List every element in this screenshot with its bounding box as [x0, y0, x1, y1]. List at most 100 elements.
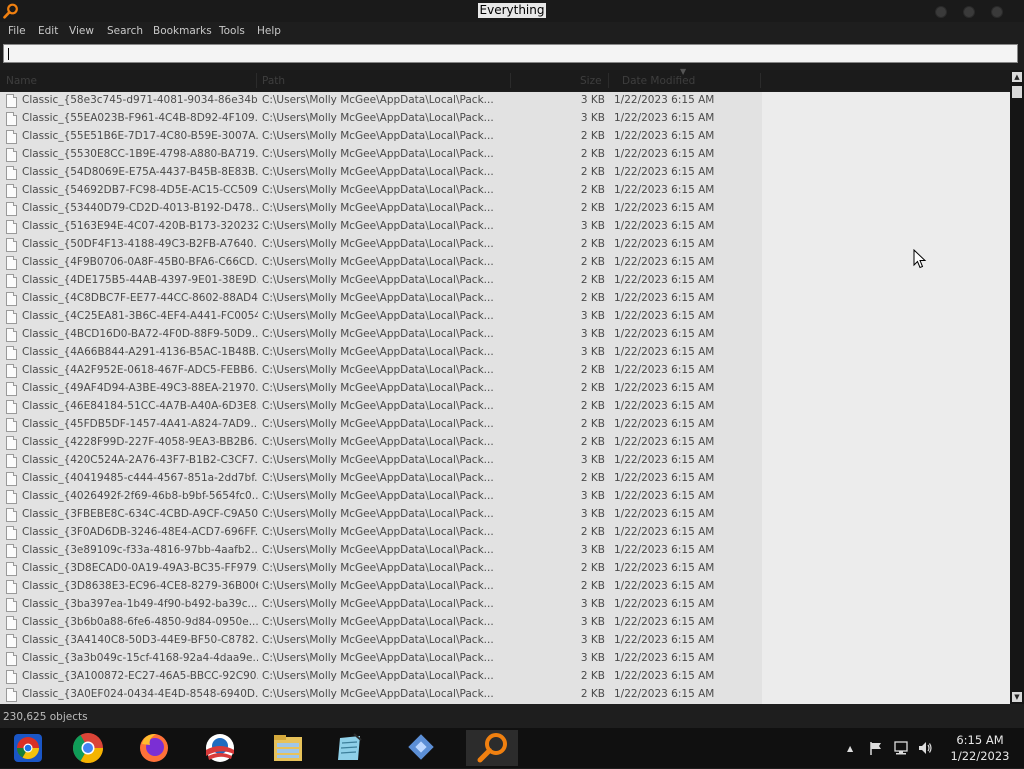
list-item[interactable]: Classic_{3a3b049c-15cf-4168-92a4-4daa9e.…	[0, 650, 1010, 668]
list-item[interactable]: Classic_{3ba397ea-1b49-4f90-b492-ba39c..…	[0, 596, 1010, 614]
list-item[interactable]: Classic_{54D8069E-E75A-4437-B45B-8E83B..…	[0, 164, 1010, 182]
volume-icon[interactable]	[917, 740, 933, 756]
menu-help[interactable]: Help	[257, 25, 281, 37]
menu-edit[interactable]: Edit	[38, 25, 58, 37]
list-item[interactable]: Classic_{3D8ECAD0-0A19-49A3-BC35-FF979..…	[0, 560, 1010, 578]
list-item[interactable]: Classic_{4DE175B5-44AB-4397-9E01-38E9D..…	[0, 272, 1010, 290]
file-path: C:\Users\Molly McGee\AppData\Local\Pack.…	[262, 472, 494, 484]
menu-view[interactable]: View	[69, 25, 94, 37]
notepad-icon[interactable]	[330, 730, 370, 766]
chrome-alt-icon[interactable]	[8, 730, 48, 766]
list-item[interactable]: Classic_{3D8638E3-EC96-4CE8-8279-36B006.…	[0, 578, 1010, 596]
file-path: C:\Users\Molly McGee\AppData\Local\Pack.…	[262, 148, 494, 160]
list-item[interactable]: Classic_{46E84184-51CC-4A7B-A40A-6D3E8..…	[0, 398, 1010, 416]
list-item[interactable]: Classic_{3A100872-EC27-46A5-BBCC-92C90..…	[0, 668, 1010, 686]
list-item[interactable]: Classic_{3F0AD6DB-3246-48E4-ACD7-696FF..…	[0, 524, 1010, 542]
file-date-modified: 1/22/2023 6:15 AM	[614, 400, 715, 412]
file-date-modified: 1/22/2023 6:15 AM	[614, 490, 715, 502]
scroll-up-arrow-icon[interactable]: ▲	[1012, 72, 1022, 82]
file-path: C:\Users\Molly McGee\AppData\Local\Pack.…	[262, 328, 494, 340]
file-date-modified: 1/22/2023 6:15 AM	[614, 436, 715, 448]
sort-descending-icon: ▼	[680, 67, 687, 76]
chrome-icon[interactable]	[68, 730, 108, 766]
file-size: 2 KB	[580, 364, 605, 376]
list-item[interactable]: Classic_{4026492f-2f69-46b8-b9bf-5654fc0…	[0, 488, 1010, 506]
file-icon	[6, 652, 17, 666]
action-center-flag-icon[interactable]	[868, 740, 884, 756]
vertical-scrollbar[interactable]: ▲ ▼	[1010, 70, 1024, 704]
menu-file[interactable]: File	[8, 25, 26, 37]
column-divider[interactable]	[256, 73, 257, 88]
column-header-name[interactable]: Name	[6, 75, 37, 87]
file-date-modified: 1/22/2023 6:15 AM	[614, 616, 715, 628]
list-item[interactable]: Classic_{3A0EF024-0434-4E4D-8548-6940D..…	[0, 686, 1010, 704]
scroll-down-arrow-icon[interactable]: ▼	[1012, 692, 1022, 702]
app-icon[interactable]	[402, 730, 442, 766]
list-item[interactable]: Classic_{55E51B6E-7D17-4C80-B59E-3007A..…	[0, 128, 1010, 146]
minimize-button[interactable]	[935, 6, 947, 18]
list-item[interactable]: Classic_{49AF4D94-A3BE-49C3-88EA-21970..…	[0, 380, 1010, 398]
column-divider[interactable]	[608, 73, 609, 88]
list-item[interactable]: Classic_{4A2F952E-0618-467F-ADC5-FEBB6..…	[0, 362, 1010, 380]
list-item[interactable]: Classic_{45FDB5DF-1457-4A41-A824-7AD9...…	[0, 416, 1010, 434]
list-item[interactable]: Classic_{3FBEBE8C-634C-4CBD-A9CF-C9A50..…	[0, 506, 1010, 524]
file-name: Classic_{3b6b0a88-6fe6-4850-9d84-0950e..…	[22, 616, 258, 628]
file-date-modified: 1/22/2023 6:15 AM	[614, 184, 715, 196]
list-item[interactable]: Classic_{3b6b0a88-6fe6-4850-9d84-0950e..…	[0, 614, 1010, 632]
file-path: C:\Users\Molly McGee\AppData\Local\Pack.…	[262, 382, 494, 394]
list-item[interactable]: Classic_{4A66B844-A291-4136-B5AC-1B48B..…	[0, 344, 1010, 362]
file-date-modified: 1/22/2023 6:15 AM	[614, 94, 715, 106]
menu-bookmarks[interactable]: Bookmarks	[153, 25, 212, 37]
close-button[interactable]	[991, 6, 1003, 18]
column-header-size[interactable]: Size	[580, 75, 602, 87]
file-size: 2 KB	[580, 562, 605, 574]
list-item[interactable]: Classic_{4BCD16D0-BA72-4F0D-88F9-50D9...…	[0, 326, 1010, 344]
list-item[interactable]: Classic_{55EA023B-F961-4C4B-8D92-4F109..…	[0, 110, 1010, 128]
firefox-icon[interactable]	[134, 730, 174, 766]
file-date-modified: 1/22/2023 6:15 AM	[614, 238, 715, 250]
file-name: Classic_{4C8DBC7F-EE77-44CC-8602-88AD4..…	[22, 292, 258, 304]
maximize-button[interactable]	[963, 6, 975, 18]
file-size: 2 KB	[580, 166, 605, 178]
everything-icon[interactable]	[466, 730, 518, 766]
file-name: Classic_{49AF4D94-A3BE-49C3-88EA-21970..…	[22, 382, 258, 394]
list-item[interactable]: Classic_{4228F99D-227F-4058-9EA3-BB2B6..…	[0, 434, 1010, 452]
list-item[interactable]: Classic_{4C25EA81-3B6C-4EF4-A441-FC0054.…	[0, 308, 1010, 326]
search-input[interactable]	[3, 44, 1018, 63]
list-item[interactable]: Classic_{53440D79-CD2D-4013-B192-D478...…	[0, 200, 1010, 218]
system-clock[interactable]: 6:15 AM 1/22/2023	[940, 732, 1020, 764]
results-list[interactable]: Classic_{58e3c745-d971-4081-9034-86e34b.…	[0, 92, 1010, 704]
file-icon	[6, 166, 17, 180]
file-icon	[6, 490, 17, 504]
file-explorer-icon[interactable]	[268, 730, 308, 766]
file-date-modified: 1/22/2023 6:15 AM	[614, 346, 715, 358]
menu-tools[interactable]: Tools	[219, 25, 245, 37]
network-icon[interactable]	[893, 740, 909, 756]
file-date-modified: 1/22/2023 6:15 AM	[614, 328, 715, 340]
list-item[interactable]: Classic_{40419485-c444-4567-851a-2dd7bf.…	[0, 470, 1010, 488]
obama-logo-icon[interactable]	[200, 730, 240, 766]
file-name: Classic_{4F9B0706-0A8F-45B0-BFA6-C66CD..…	[22, 256, 258, 268]
list-item[interactable]: Classic_{58e3c745-d971-4081-9034-86e34b.…	[0, 92, 1010, 110]
list-item[interactable]: Classic_{420C524A-2A76-43F7-B1B2-C3CF7..…	[0, 452, 1010, 470]
file-date-modified: 1/22/2023 6:15 AM	[614, 364, 715, 376]
file-size: 2 KB	[580, 184, 605, 196]
list-item[interactable]: Classic_{50DF4F13-4188-49C3-B2FB-A7640..…	[0, 236, 1010, 254]
list-item[interactable]: Classic_{54692DB7-FC98-4D5E-AC15-CC509..…	[0, 182, 1010, 200]
list-item[interactable]: Classic_{3A4140C8-50D3-44E9-BF50-C8782..…	[0, 632, 1010, 650]
file-date-modified: 1/22/2023 6:15 AM	[614, 652, 715, 664]
list-item[interactable]: Classic_{4C8DBC7F-EE77-44CC-8602-88AD4..…	[0, 290, 1010, 308]
file-path: C:\Users\Molly McGee\AppData\Local\Pack.…	[262, 130, 494, 142]
column-header-path[interactable]: Path	[262, 75, 285, 87]
scrollbar-thumb[interactable]	[1012, 86, 1022, 98]
column-divider[interactable]	[760, 73, 761, 88]
list-item[interactable]: Classic_{4F9B0706-0A8F-45B0-BFA6-C66CD..…	[0, 254, 1010, 272]
column-header-date-modified[interactable]: Date Modified	[622, 75, 695, 87]
column-divider[interactable]	[510, 73, 511, 88]
menu-search[interactable]: Search	[107, 25, 143, 37]
show-hidden-icons-chevron-icon[interactable]: ▲	[847, 744, 853, 753]
file-icon	[6, 670, 17, 684]
list-item[interactable]: Classic_{3e89109c-f33a-4816-97bb-4aafb2.…	[0, 542, 1010, 560]
list-item[interactable]: Classic_{5530E8CC-1B9E-4798-A880-BA719..…	[0, 146, 1010, 164]
list-item[interactable]: Classic_{5163E94E-4C07-420B-B173-320232.…	[0, 218, 1010, 236]
